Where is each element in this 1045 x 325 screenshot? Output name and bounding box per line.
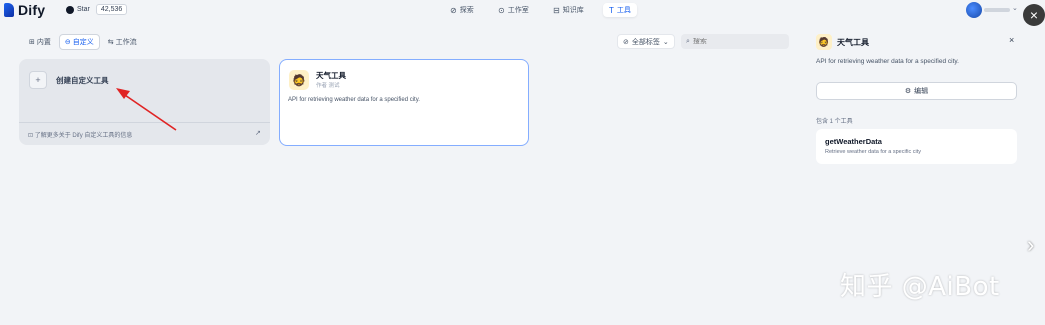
tag-filter-label: 全部标签: [631, 38, 660, 46]
nav-studio-label: 工作室: [507, 7, 529, 14]
nav-tools-label: 工具: [616, 7, 631, 14]
tool-type-tabs: ⊞ 内置 ⊖ 自定义 ⇆ 工作流: [24, 34, 145, 50]
search-box[interactable]: ⌕: [681, 34, 789, 49]
tool-avatar-icon: 🧔: [816, 34, 832, 50]
tab-workflow[interactable]: ⇆ 工作流: [103, 35, 142, 49]
user-avatar[interactable]: [966, 2, 982, 18]
grid-icon: ⊞: [29, 39, 35, 46]
tab-custom-label: 自定义: [72, 39, 94, 46]
chevron-down-icon: ⌄: [662, 38, 669, 46]
tab-builtin[interactable]: ⊞ 内置: [24, 35, 56, 49]
learn-more-link[interactable]: ⊡ 了解更多关于 Dify 自定义工具的信息: [28, 130, 132, 139]
nav-knowledge-label: 知识库: [562, 7, 584, 14]
tag-filter-dropdown[interactable]: ⊘ 全部标签 ⌄: [617, 34, 675, 49]
edit-button[interactable]: ⚙ 编辑: [816, 82, 1017, 100]
weather-tool-card[interactable]: 🧔 天气工具 作者 测试 API for retrieving weather …: [279, 59, 529, 146]
viewer-close-icon[interactable]: ×: [1023, 4, 1045, 26]
card-divider: [19, 122, 270, 123]
create-custom-tool-card[interactable]: + 创建自定义工具 ⊡ 了解更多关于 Dify 自定义工具的信息 ↗: [19, 59, 270, 145]
watermark: 知乎 @AiBot: [840, 272, 1000, 302]
tool-description: API for retrieving weather data for a sp…: [288, 97, 420, 103]
dify-logo[interactable]: Dify: [4, 2, 45, 18]
edit-button-label: 编辑: [914, 88, 929, 95]
contains-count-label: 包含 1 个工具: [816, 119, 853, 125]
external-link-icon[interactable]: ↗: [255, 129, 261, 137]
nav-knowledge[interactable]: ⊟ 知识库: [553, 3, 584, 17]
tool-item-description: Retrieve weather data for a specific cit…: [825, 149, 921, 155]
viewer-next-icon[interactable]: ›: [1027, 232, 1034, 258]
search-icon: ⌕: [686, 37, 690, 45]
knowledge-icon: ⊟: [553, 5, 560, 15]
tab-custom[interactable]: ⊖ 自定义: [58, 34, 100, 50]
workflow-icon: ⇆: [107, 39, 114, 46]
github-star-count: 42,536: [95, 4, 128, 15]
github-star-label: Star: [77, 6, 90, 13]
chevron-down-icon[interactable]: ⌄: [1012, 4, 1018, 12]
close-icon[interactable]: ×: [1009, 35, 1014, 45]
tool-list-item[interactable]: getWeatherData Retrieve weather data for…: [816, 129, 1017, 164]
gear-icon: ⚙: [904, 88, 912, 95]
tag-icon: ⊘: [623, 38, 629, 46]
compass-icon: ⊘: [450, 5, 457, 15]
top-navigation-bar: Dify Star 42,536 ⊘ 探索 ⊙ 工作室 ⊟ 知识库 T 工具 ⌄: [0, 0, 1045, 20]
panel-title: 天气工具: [837, 38, 869, 47]
create-custom-tool-label: 创建自定义工具: [56, 76, 109, 85]
dify-logo-mark: [4, 3, 14, 17]
github-star-badge[interactable]: Star 42,536: [66, 4, 128, 15]
panel-description: API for retrieving weather data for a sp…: [816, 58, 959, 65]
tab-workflow-label: 工作流: [115, 39, 137, 46]
tools-icon: T: [609, 5, 614, 15]
search-input[interactable]: [692, 38, 773, 45]
custom-icon: ⊖: [64, 39, 71, 46]
nav-explore[interactable]: ⊘ 探索: [450, 3, 474, 17]
tab-builtin-label: 内置: [36, 39, 51, 46]
logo-text: Dify: [18, 2, 46, 18]
user-name-redacted: [984, 8, 1010, 12]
github-icon: [66, 5, 74, 14]
studio-icon: ⊙: [498, 5, 505, 15]
nav-studio[interactable]: ⊙ 工作室: [498, 3, 529, 17]
nav-tools[interactable]: T 工具: [603, 3, 637, 17]
plus-icon: +: [29, 71, 47, 89]
tool-author: 作者 测试: [316, 83, 340, 89]
tool-title: 天气工具: [316, 71, 346, 80]
tool-item-name: getWeatherData: [825, 137, 882, 146]
nav-explore-label: 探索: [459, 7, 474, 14]
tool-avatar-icon: 🧔: [289, 70, 309, 90]
